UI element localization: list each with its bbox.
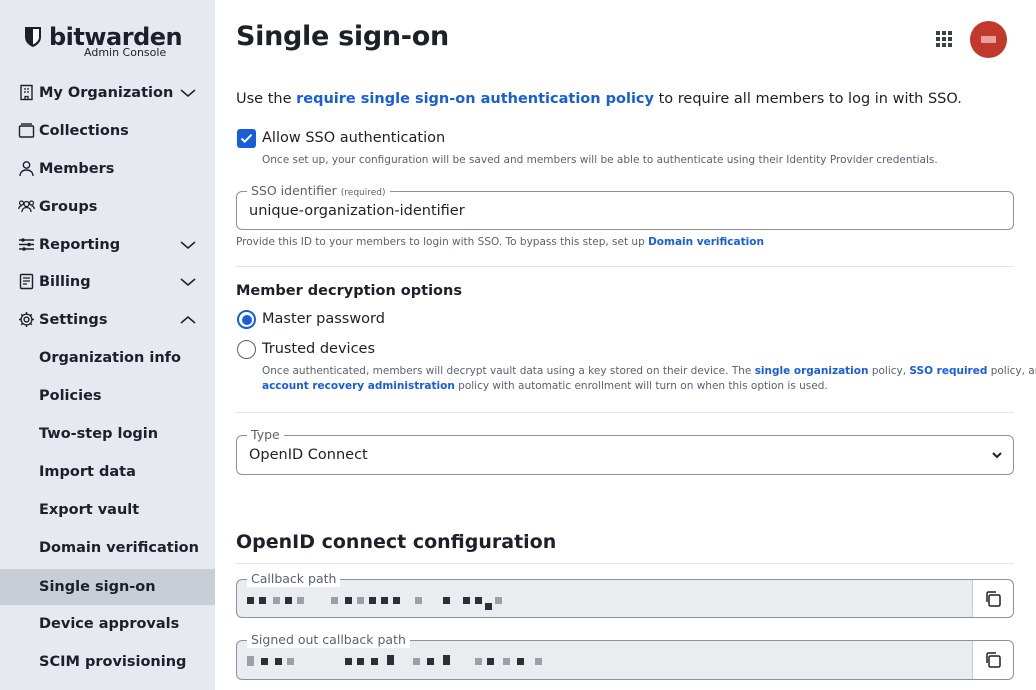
sidebar-item-label: Collections — [39, 123, 129, 139]
groups-icon — [18, 200, 35, 213]
copy-icon — [986, 591, 1001, 607]
divider — [236, 412, 1014, 413]
account-recovery-link[interactable]: account recovery administration — [262, 380, 455, 392]
app-switcher-icon[interactable] — [935, 30, 953, 48]
sso-identifier-value[interactable]: unique-organization-identifier — [249, 203, 465, 219]
type-value: OpenID Connect — [249, 447, 368, 463]
redacted-value — [247, 655, 542, 667]
reporting-icon — [19, 238, 34, 251]
allow-sso-hint: Once set up, your configuration will be … — [262, 154, 938, 166]
member-decryption-title: Member decryption options — [236, 283, 462, 299]
sidebar-item-reporting[interactable]: Reporting — [0, 227, 215, 263]
openid-config-title: OpenID connect configuration — [236, 531, 557, 553]
settings-icon — [19, 312, 34, 327]
type-select[interactable]: Type OpenID Connect — [236, 427, 1014, 475]
sidebar-subitem-two-step-login[interactable]: Two-step login — [0, 416, 215, 452]
master-password-label: Master password — [262, 311, 385, 327]
sidebar-item-my-organization[interactable]: My Organization — [0, 75, 215, 111]
bitwarden-logo[interactable]: bitwarden Admin Console — [24, 24, 183, 60]
master-password-radio[interactable] — [237, 310, 256, 329]
page-title: Single sign-on — [236, 21, 449, 52]
organization-icon — [20, 84, 33, 101]
divider — [236, 266, 1014, 267]
sidebar-item-label: My Organization — [39, 85, 174, 101]
avatar[interactable] — [970, 21, 1007, 58]
trusted-devices-hint-line1: Once authenticated, members will decrypt… — [262, 365, 1036, 377]
sidebar-item-members[interactable]: Members — [0, 151, 215, 187]
callback-path-label: Callback path — [247, 571, 341, 587]
callback-path-field[interactable]: Callback path — [236, 571, 1014, 618]
sso-required-link[interactable]: SSO required — [909, 365, 987, 377]
sidebar-item-settings[interactable]: Settings — [0, 302, 215, 338]
members-icon — [19, 161, 34, 177]
chevron-up-icon — [180, 316, 196, 324]
sso-identifier-field[interactable]: SSO identifier (required) unique-organiz… — [236, 183, 1014, 230]
chevron-down-icon — [180, 278, 196, 286]
sidebar-item-label: Members — [39, 161, 115, 177]
checkmark-icon — [240, 134, 253, 144]
brand-subtitle: Admin Console — [84, 46, 167, 59]
intro-text: Use the require single sign-on authentic… — [236, 91, 962, 107]
sso-identifier-hint: Provide this ID to your members to login… — [236, 236, 764, 248]
allow-sso-checkbox[interactable] — [237, 129, 256, 148]
shield-icon — [25, 27, 41, 47]
trusted-devices-radio[interactable] — [237, 340, 256, 359]
domain-verification-link[interactable]: Domain verification — [648, 236, 764, 248]
chevron-down-icon — [180, 241, 196, 249]
sidebar: bitwarden Admin Console My Organization … — [0, 0, 215, 690]
sidebar-item-label: Groups — [39, 199, 98, 215]
sidebar-subitem-organization-info[interactable]: Organization info — [0, 340, 215, 376]
sidebar-subitem-export-vault[interactable]: Export vault — [0, 492, 215, 528]
signed-out-callback-label: Signed out callback path — [247, 632, 410, 648]
sidebar-item-collections[interactable]: Collections — [0, 113, 215, 149]
billing-icon — [19, 273, 34, 290]
single-organization-link[interactable]: single organization — [755, 365, 869, 377]
require-sso-policy-link[interactable]: require single sign-on authentication po… — [296, 91, 654, 107]
signed-out-callback-path-field[interactable]: Signed out callback path — [236, 632, 1014, 680]
sidebar-item-label: Reporting — [39, 237, 121, 253]
sidebar-subitem-policies[interactable]: Policies — [0, 378, 215, 414]
sidebar-subitem-scim-provisioning[interactable]: SCIM provisioning — [0, 644, 215, 680]
copy-callback-button[interactable] — [972, 580, 1013, 617]
redacted-value — [247, 594, 527, 610]
sidebar-subitem-domain-verification[interactable]: Domain verification — [0, 530, 215, 566]
chevron-down-icon — [992, 452, 1002, 459]
sidebar-item-groups[interactable]: Groups — [0, 189, 215, 225]
copy-icon — [986, 652, 1001, 668]
sso-identifier-label: SSO identifier (required) — [247, 183, 390, 201]
trusted-devices-hint-line2: account recovery administration policy w… — [262, 380, 828, 392]
sidebar-item-billing[interactable]: Billing — [0, 264, 215, 300]
sidebar-item-label: Billing — [39, 274, 91, 290]
sidebar-subitem-import-data[interactable]: Import data — [0, 454, 215, 490]
trusted-devices-label: Trusted devices — [262, 341, 376, 357]
copy-signed-out-callback-button[interactable] — [972, 641, 1013, 679]
sidebar-item-label: Settings — [39, 312, 108, 328]
divider — [236, 563, 1014, 564]
allow-sso-label: Allow SSO authentication — [262, 130, 446, 146]
main-content: Single sign-on Use the require single si… — [215, 0, 1036, 690]
collections-icon — [18, 123, 35, 138]
sidebar-subitem-device-approvals[interactable]: Device approvals — [0, 606, 215, 642]
chevron-down-icon — [180, 89, 196, 97]
sidebar-subitem-single-sign-on[interactable]: Single sign-on — [0, 569, 215, 605]
type-label: Type — [247, 427, 284, 443]
